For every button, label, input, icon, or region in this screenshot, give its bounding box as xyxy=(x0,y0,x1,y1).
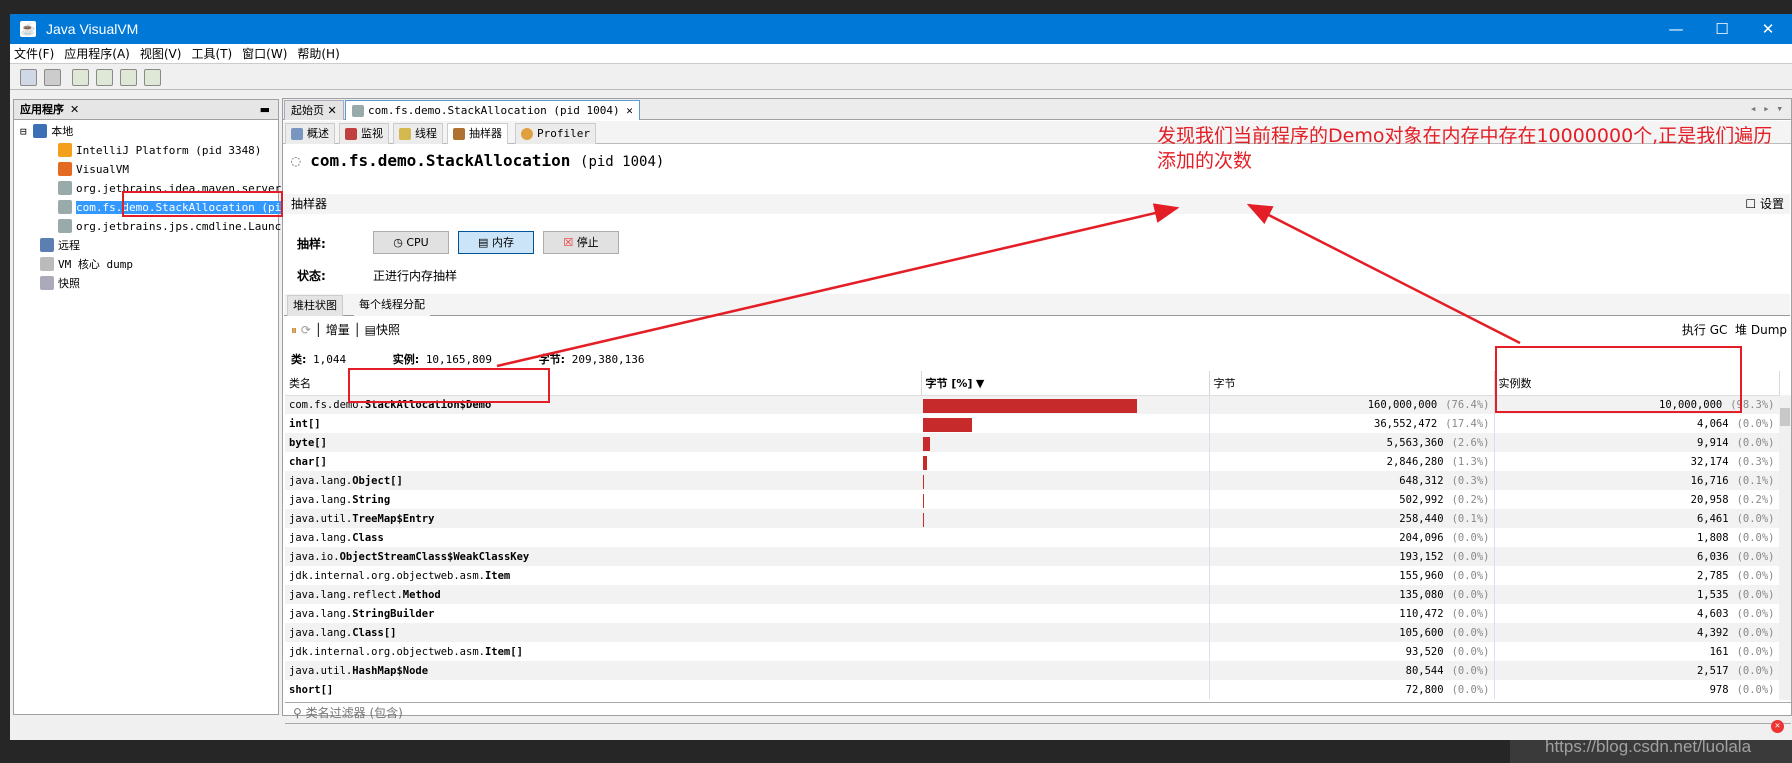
annotation-arrows xyxy=(496,203,1521,368)
arrow-left xyxy=(496,203,1180,368)
arrow-right xyxy=(1246,203,1521,345)
